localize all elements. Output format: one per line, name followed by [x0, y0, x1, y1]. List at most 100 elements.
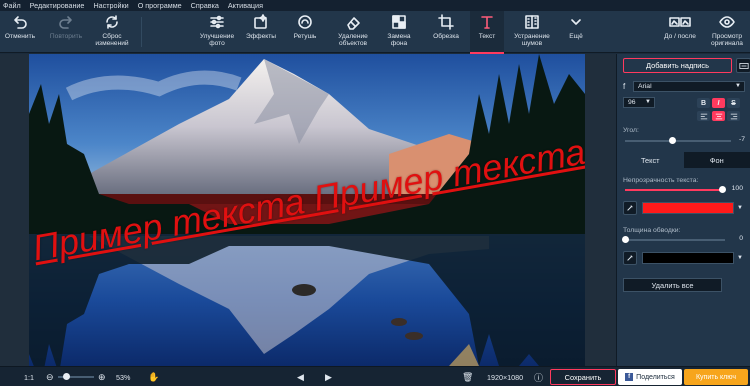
align-center-icon: [715, 113, 722, 119]
canvas-area: Пример текста Пример текста: [0, 54, 616, 366]
before-after-button[interactable]: До / после: [658, 11, 702, 53]
text-color-swatch[interactable]: [642, 202, 734, 214]
reset-button[interactable]: Сброс изменений: [90, 11, 134, 53]
tool-text[interactable]: Текст: [470, 11, 504, 54]
redo-button[interactable]: Повторить: [42, 11, 90, 53]
font-select-value: Arial: [638, 83, 652, 90]
zoom-out-icon[interactable]: ⊖: [46, 367, 54, 386]
sliders-icon: [210, 15, 224, 29]
stroke-color-swatch[interactable]: [642, 252, 734, 264]
italic-button[interactable]: I: [712, 98, 725, 108]
tool-text-label: Текст: [478, 33, 496, 40]
chevron-down-icon: ▼: [645, 99, 651, 105]
zoom-slider[interactable]: [58, 373, 94, 380]
bold-button[interactable]: B: [697, 98, 710, 108]
align-center-button[interactable]: [712, 111, 725, 121]
photo[interactable]: Пример текста Пример текста: [29, 54, 585, 366]
redo-icon: [59, 16, 72, 29]
strikethrough-button[interactable]: S: [727, 98, 740, 108]
align-left-icon: [700, 113, 707, 119]
menu-help[interactable]: Справка: [191, 1, 219, 10]
tool-more[interactable]: Ещё: [562, 11, 590, 53]
app-window: { "menu": ["Файл","Редактирование","Наст…: [0, 0, 750, 386]
eraser-icon: [347, 17, 360, 30]
crop-icon: [438, 14, 454, 30]
delete-all-button[interactable]: Удалить все: [623, 278, 722, 292]
tab-background[interactable]: Фон: [683, 152, 750, 168]
trash-icon[interactable]: 🗑: [462, 367, 473, 386]
eyedropper-icon: [627, 205, 633, 211]
font-size-value: 96: [628, 99, 636, 106]
stroke-eyedropper-button[interactable]: [623, 251, 637, 265]
stroke-width-value[interactable]: 0: [725, 235, 743, 242]
menu-settings[interactable]: Настройки: [93, 1, 128, 10]
tool-replace-background[interactable]: Замена фона: [380, 11, 418, 53]
stroke-width-label: Толщина обводки:: [623, 227, 681, 234]
angle-value[interactable]: -7: [727, 136, 745, 143]
opacity-slider[interactable]: [625, 186, 726, 193]
tab-text[interactable]: Текст: [617, 152, 684, 168]
retouch-icon: [298, 15, 312, 29]
menu-bar: Файл Редактирование Настройки О программ…: [0, 0, 750, 11]
stroke-width-slider-knob[interactable]: [622, 236, 629, 243]
next-icon[interactable]: ▶: [325, 367, 332, 386]
panel-tabs: Текст Фон: [617, 152, 750, 168]
tool-enhance-label: Улучшение фото: [199, 33, 235, 47]
tool-denoise[interactable]: Устранение шумов: [508, 11, 556, 53]
undo-label: Отменить: [4, 33, 36, 40]
menu-about[interactable]: О программе: [138, 1, 182, 10]
status-bar: 1:1 ⊖ ⊕ 53% ✋ ◀ ▶ 🗑 1920×1080 ⓘ Сохранит…: [0, 366, 750, 386]
buy-key-button[interactable]: Купить ключ: [684, 369, 748, 385]
share-button[interactable]: f Поделиться: [618, 369, 682, 385]
text-icon: [481, 16, 493, 29]
opacity-slider-fill: [625, 189, 725, 191]
text-eyedropper-button[interactable]: [623, 201, 637, 215]
font-size-select[interactable]: 96 ▼: [623, 97, 655, 108]
add-text-button[interactable]: Добавить надпись: [623, 58, 732, 73]
angle-slider[interactable]: [625, 137, 731, 144]
menu-file[interactable]: Файл: [3, 1, 21, 10]
previous-icon[interactable]: ◀: [297, 367, 304, 386]
tool-retouch[interactable]: Ретушь: [286, 11, 324, 53]
chevron-down-icon[interactable]: ▼: [735, 202, 745, 214]
view-original-button[interactable]: Просмотр оригинала: [706, 11, 748, 53]
toolbar-divider: [141, 17, 142, 47]
zoom-slider-knob[interactable]: [63, 373, 70, 380]
image-dimensions: 1920×1080: [487, 372, 524, 382]
tool-denoise-label: Устранение шумов: [514, 33, 550, 47]
chevron-down-icon: ▼: [735, 83, 741, 89]
tool-effects[interactable]: Эффекты: [241, 11, 281, 53]
info-icon[interactable]: ⓘ: [534, 367, 543, 386]
view-original-label: Просмотр оригинала: [711, 33, 743, 47]
align-right-icon: [730, 113, 737, 119]
eye-icon: [719, 16, 735, 28]
denoise-icon: [525, 15, 539, 29]
align-left-button[interactable]: [697, 111, 710, 121]
before-after-icon: [669, 17, 691, 27]
menu-activation[interactable]: Активация: [228, 1, 263, 10]
angle-slider-knob[interactable]: [669, 137, 676, 144]
save-button[interactable]: Сохранить: [550, 369, 616, 385]
align-right-button[interactable]: [727, 111, 740, 121]
reset-label: Сброс изменений: [95, 33, 129, 47]
tool-remove-objects[interactable]: Удаление объектов: [332, 11, 374, 53]
text-style-icon: [738, 62, 749, 69]
tool-enhance[interactable]: Улучшение фото: [194, 11, 240, 53]
font-icon: f: [623, 82, 626, 91]
tool-effects-label: Эффекты: [246, 33, 276, 40]
opacity-value[interactable]: 100: [725, 185, 743, 192]
tool-crop[interactable]: Обрезка: [425, 11, 467, 53]
toolbar: Отменить Повторить Сброс изменений Улучш…: [0, 11, 750, 54]
text-style-button[interactable]: [736, 58, 750, 73]
effects-icon: [254, 14, 267, 29]
undo-button[interactable]: Отменить: [0, 11, 40, 53]
tool-replace-background-label: Замена фона: [387, 33, 411, 47]
facebook-icon: f: [625, 373, 634, 381]
font-select[interactable]: Arial ▼: [633, 81, 745, 92]
stroke-width-slider[interactable]: [622, 236, 725, 243]
hand-icon[interactable]: ✋: [148, 367, 159, 386]
chevron-down-icon[interactable]: ▼: [735, 252, 745, 264]
ratio-button[interactable]: 1:1: [24, 367, 34, 386]
menu-edit[interactable]: Редактирование: [30, 1, 85, 10]
zoom-in-icon[interactable]: ⊕: [98, 367, 106, 386]
